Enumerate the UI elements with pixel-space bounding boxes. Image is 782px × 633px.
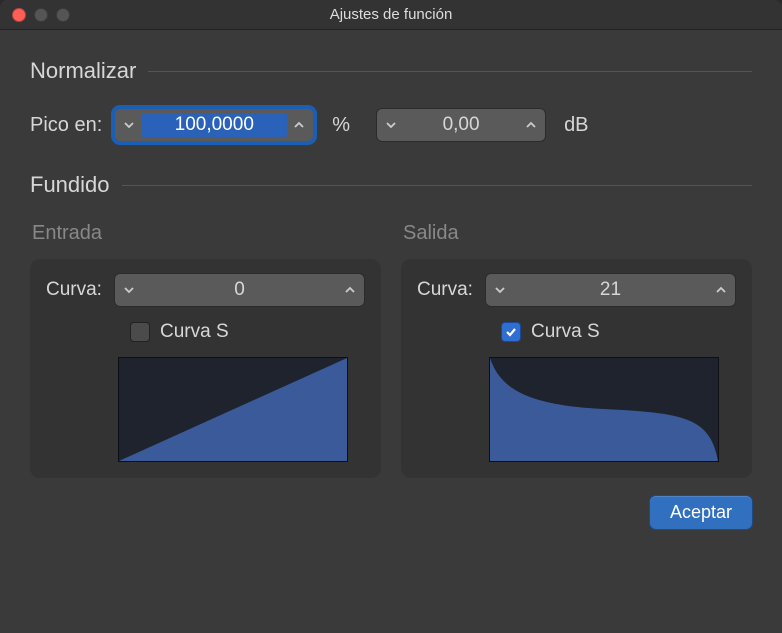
titlebar: Ajustes de función	[0, 0, 782, 30]
function-settings-window: Ajustes de función Normalizar Pico en: 1…	[0, 0, 782, 633]
db-unit: dB	[558, 114, 594, 137]
fade-out-scurve-checkbox[interactable]	[501, 322, 521, 342]
peak-db-stepper[interactable]: 0,00	[376, 108, 546, 142]
chevron-up-icon[interactable]	[709, 275, 733, 305]
peak-label: Pico en:	[30, 114, 102, 137]
minimize-window-button[interactable]	[34, 8, 48, 22]
chevron-up-icon[interactable]	[519, 110, 543, 140]
fade-in-graph	[118, 357, 348, 462]
fade-out-curve-value[interactable]: 21	[512, 279, 709, 301]
normalize-label: Normalizar	[30, 58, 136, 84]
fade-out-scurve-label: Curva S	[531, 321, 600, 343]
fade-in-title: Entrada	[30, 222, 381, 245]
zoom-window-button[interactable]	[56, 8, 70, 22]
fade-in-box: Curva: 0 Curva S	[30, 259, 381, 478]
fade-out-curve-label: Curva:	[417, 279, 473, 301]
chevron-down-icon[interactable]	[488, 275, 512, 305]
fade-label: Fundido	[30, 172, 110, 198]
chevron-up-icon[interactable]	[338, 275, 362, 305]
fade-in-curve-label: Curva:	[46, 279, 102, 301]
window-title: Ajustes de función	[330, 6, 453, 23]
fade-out-curve-stepper[interactable]: 21	[485, 273, 736, 307]
percent-unit: %	[326, 114, 356, 137]
fade-in-curve-value[interactable]: 0	[141, 279, 338, 301]
chevron-down-icon[interactable]	[117, 110, 141, 140]
peak-db-value[interactable]: 0,00	[403, 114, 519, 136]
fade-header: Fundido	[30, 172, 752, 198]
chevron-down-icon[interactable]	[379, 110, 403, 140]
window-controls	[12, 8, 70, 22]
peak-row: Pico en: 100,0000 % 0,00	[30, 108, 752, 142]
fade-in-scurve-checkbox[interactable]	[130, 322, 150, 342]
fade-out-column: Salida Curva: 21	[401, 222, 752, 478]
fade-out-title: Salida	[401, 222, 752, 245]
close-window-button[interactable]	[12, 8, 26, 22]
fade-out-graph	[489, 357, 719, 462]
chevron-down-icon[interactable]	[117, 275, 141, 305]
fade-in-column: Entrada Curva: 0	[30, 222, 381, 478]
chevron-up-icon[interactable]	[287, 110, 311, 140]
accept-button[interactable]: Aceptar	[650, 496, 752, 529]
fade-out-box: Curva: 21	[401, 259, 752, 478]
peak-percent-value[interactable]: 100,0000	[141, 113, 287, 137]
fade-in-scurve-label: Curva S	[160, 321, 229, 343]
normalize-header: Normalizar	[30, 58, 752, 84]
peak-percent-stepper[interactable]: 100,0000	[114, 108, 314, 142]
fade-in-curve-stepper[interactable]: 0	[114, 273, 365, 307]
